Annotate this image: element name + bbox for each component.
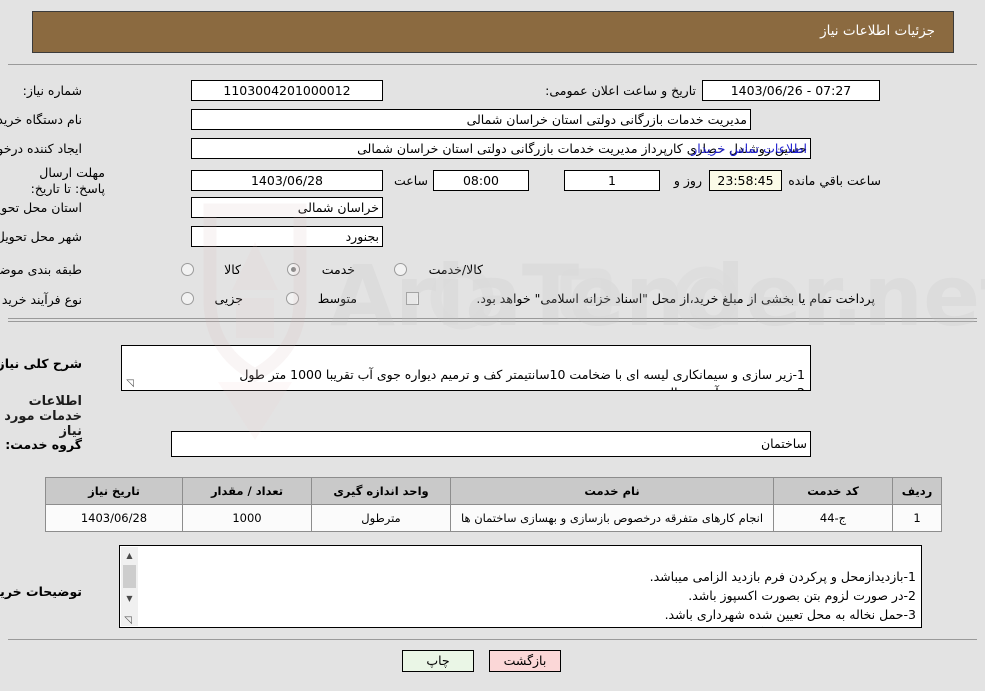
deadline-hour-label: ساعت [393,173,428,188]
need-summary-text: 1-زیر سازی و سیمانکاری لیسه ای با ضخامت … [239,367,805,390]
services-table: ردیف کد خدمت نام خدمت واحد اندازه گیری ت… [45,477,942,532]
radio-category-kala-khedmat-label: کالا/خدمت [428,262,483,277]
subject-category-label: طبقه بندی موضوعی: [0,262,82,277]
radio-category-khedmat-label: خدمت [321,262,355,277]
cell-need-date: 1403/06/28 [45,504,183,532]
purchase-process-label: نوع فرآیند خرید : [0,292,82,307]
treasury-bond-note: پرداخت تمام یا بخشی از مبلغ خرید،از محل … [476,291,875,306]
page-root: جزئیات اطلاعات نیاز AriaTender.net شماره… [0,0,985,691]
radio-category-kala-label: کالا [224,262,241,277]
th-service-name: نام خدمت [450,477,774,505]
deadline-label: مهلت ارسال پاسخ: تا تاریخ: [30,165,105,196]
th-need-date: تاریخ نیاز [45,477,183,505]
cell-service-code: ج-44 [773,504,893,532]
announce-datetime-label: تاریخ و ساعت اعلان عمومی: [545,83,696,98]
cell-service-name: انجام کارهای متفرقه درخصوص بازسازی و بهس… [450,504,774,532]
announce-datetime-value: 07:27 - 1403/06/26 [702,80,880,101]
radio-process-motevaset-label: متوسط [317,291,357,306]
th-service-code: کد خدمت [773,477,893,505]
delivery-province-label: استان محل تحویل: [0,200,82,215]
delivery-province-value: خراسان شمالی [191,197,383,218]
back-button[interactable]: بازگشت [489,650,561,672]
scroll-down-arrow-icon[interactable]: ▼ [122,591,137,606]
scroll-up-arrow-icon[interactable]: ▲ [122,548,137,563]
buyer-contact-link[interactable]: اطلاعات تماس خریدار [691,141,807,156]
radio-process-motevaset[interactable] [286,292,299,305]
countdown-label: ساعت باقي مانده [788,173,881,188]
buyer-org-value: مدیریت خدمات بازرگانی دولتی استان خراسان… [191,109,751,130]
th-quantity: تعداد / مقدار [182,477,312,505]
th-unit: واحد اندازه گیری [311,477,451,505]
service-group-label: گروه خدمت: [5,437,82,452]
radio-category-khedmat[interactable] [287,263,300,276]
scrollbar-thumb[interactable] [123,565,136,588]
header-bar: جزئیات اطلاعات نیاز [32,11,954,53]
delivery-city-value: بجنورد [191,226,383,247]
radio-category-kala[interactable] [181,263,194,276]
page-title: جزئیات اطلاعات نیاز [820,23,935,39]
remaining-days-value: 1 [564,170,660,191]
buyer-notes-text: 1-بازدیدازمحل و پرکردن فرم بازدید الزامی… [649,569,916,627]
resize-grip-icon: ◹ [126,378,134,389]
request-creator-label: ایجاد کننده درخواست: [0,141,82,156]
table-header-row: ردیف کد خدمت نام خدمت واحد اندازه گیری ت… [45,477,942,505]
buyer-notes-box: 1-بازدیدازمحل و پرکردن فرم بازدید الزامی… [119,545,922,628]
radio-process-jozei[interactable] [181,292,194,305]
cell-radif: 1 [892,504,942,532]
cell-unit: مترطول [311,504,451,532]
need-number-value: 1103004201000012 [191,80,383,101]
countdown-value: 23:58:45 [709,170,782,191]
table-row: 1 ج-44 انجام کارهای متفرقه درخصوص بازساز… [45,504,942,532]
cell-quantity: 1000 [182,504,312,532]
delivery-city-label: شهر محل تحویل: [0,229,82,244]
deadline-date-value: 1403/06/28 [191,170,383,191]
top-info-panel [8,64,977,319]
need-number-label: شماره نیاز: [22,83,82,98]
treasury-bond-checkbox[interactable] [406,292,419,305]
th-radif: ردیف [892,477,942,505]
deadline-time-value: 08:00 [433,170,529,191]
radio-category-kala-khedmat[interactable] [394,263,407,276]
need-summary-value: 1-زیر سازی و سیمانکاری لیسه ای با ضخامت … [121,345,811,391]
services-section-heading: اطلاعات خدمات مورد نیاز [4,394,82,439]
radio-process-jozei-label: جزیی [214,291,243,306]
buyer-org-label: نام دستگاه خریدار: [0,112,82,127]
buyer-notes-label: توضیحات خریدار: [0,584,82,599]
resize-grip-icon: ◹ [124,615,132,626]
need-summary-label: شرح کلی نیاز: [0,356,82,371]
remaining-days-label: روز و [673,173,702,188]
service-group-value: ساختمان [171,431,811,457]
print-button[interactable]: چاپ [402,650,474,672]
